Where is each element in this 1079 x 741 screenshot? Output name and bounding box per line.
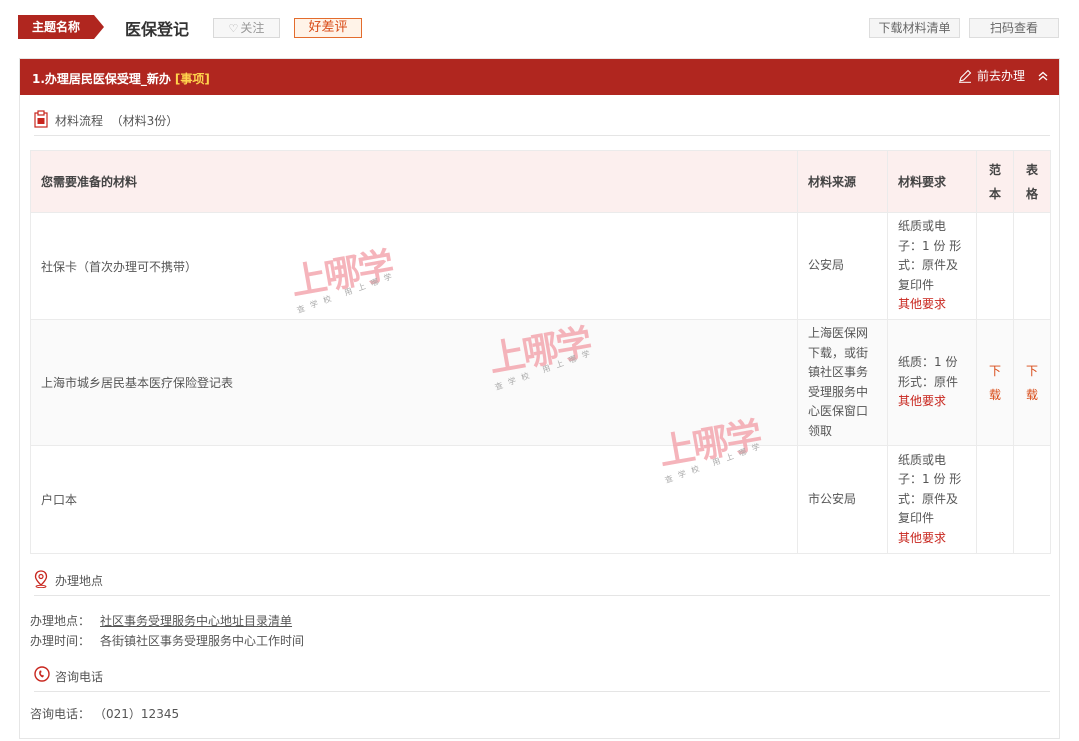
heart-icon: ♡ (228, 22, 239, 35)
service-name: 1.办理居民医保受理_新办 (32, 72, 171, 86)
table-row: 社保卡（首次办理可不携带） 公安局 纸质或电子：1 份 形式：原件及复印件其他要… (30, 212, 1051, 320)
location-section-title: 办理地点 (55, 574, 104, 588)
other-requirements-link[interactable]: 其他要求 (898, 529, 966, 549)
materials-section-header: 材料流程 （材料3份） (34, 110, 1050, 136)
form-cell (1013, 445, 1051, 554)
location-pin-icon (34, 570, 48, 588)
phone-label: 咨询电话： (30, 707, 91, 721)
form-cell (1013, 212, 1051, 320)
follow-label: 关注 (240, 21, 265, 35)
materials-section-title: 材料流程 (55, 114, 104, 128)
form-download-link[interactable]: 下载 (1013, 319, 1051, 446)
material-source: 市公安局 (797, 445, 888, 554)
phone-line: 咨询电话： （021）12345 (30, 705, 179, 722)
table-row: 户口本 市公安局 纸质或电子：1 份 形式：原件及复印件其他要求 (30, 445, 1051, 554)
column-header: 范本 (976, 150, 1014, 213)
pencil-icon (958, 69, 972, 83)
column-header: 材料要求 (887, 150, 977, 213)
material-requirement: 纸质或电子：1 份 形式：原件及复印件其他要求 (887, 212, 977, 320)
other-requirements-link[interactable]: 其他要求 (898, 295, 966, 315)
table-row: 上海市城乡居民基本医疗保险登记表 上海医保网下载，或街镇社区事务受理服务中心医保… (30, 319, 1051, 446)
contact-section-header: 咨询电话 (34, 666, 1050, 692)
other-requirements-link[interactable]: 其他要求 (898, 392, 966, 412)
panel-header: 1.办理居民医保受理_新办 [事项] 前去办理 (20, 59, 1059, 95)
material-name: 户口本 (30, 445, 798, 554)
material-requirement: 纸质：1 份 形式：原件其他要求 (887, 319, 977, 446)
hours-value: 各街镇社区事务受理服务中心工作时间 (100, 634, 305, 648)
requirement-text: 纸质或电子：1 份 形式：原件及复印件 (898, 452, 962, 526)
phone-icon (34, 666, 50, 682)
service-panel: 1.办理居民医保受理_新办 [事项] 前去办理 材料流程 （材料3份） 您需要准备… (19, 58, 1060, 739)
theme-tag: 主题名称 (18, 15, 104, 39)
sample-download-link[interactable]: 下载 (976, 319, 1014, 446)
contact-section-title: 咨询电话 (55, 670, 104, 684)
material-name: 社保卡（首次办理可不携带） (30, 212, 798, 320)
hours-line: 办理时间： 各街镇社区事务受理服务中心工作时间 (30, 632, 304, 649)
go-handle-button[interactable]: 前去办理 (958, 68, 1025, 84)
phone-value: （021）12345 (100, 707, 180, 721)
materials-count: （材料3份） (110, 114, 179, 128)
panel-title: 1.办理居民医保受理_新办 [事项] (32, 70, 210, 87)
material-requirement: 纸质或电子：1 份 形式：原件及复印件其他要求 (887, 445, 977, 554)
column-header: 您需要准备的材料 (30, 150, 798, 213)
follow-button[interactable]: ♡ 关注 (213, 18, 280, 38)
address-label: 办理地点： (30, 614, 91, 628)
download-list-button[interactable]: 下载材料清单 (869, 18, 960, 38)
address-directory-link[interactable]: 社区事务受理服务中心地址目录清单 (100, 614, 292, 628)
scan-button[interactable]: 扫码查看 (969, 18, 1059, 38)
page-title: 医保登记 (125, 20, 190, 39)
table-header-row: 您需要准备的材料 材料来源 材料要求 范本 表格 (30, 150, 1051, 213)
sample-cell (976, 212, 1014, 320)
clipboard-icon (34, 110, 48, 128)
requirement-text: 纸质：1 份 形式：原件 (898, 355, 959, 389)
go-handle-label: 前去办理 (976, 69, 1025, 83)
material-name: 上海市城乡居民基本医疗保险登记表 (30, 319, 798, 446)
column-header: 材料来源 (797, 150, 888, 213)
column-header: 表格 (1013, 150, 1051, 213)
top-bar: 主题名称 医保登记 ♡ 关注 好差评 下载材料清单 扫码查看 (0, 0, 1079, 58)
material-source: 上海医保网下载，或街镇社区事务受理服务中心医保窗口领取 (797, 319, 888, 446)
location-section-header: 办理地点 (34, 570, 1050, 596)
review-button[interactable]: 好差评 (294, 18, 362, 38)
address-line: 办理地点： 社区事务受理服务中心地址目录清单 (30, 612, 292, 629)
requirement-text: 纸质或电子：1 份 形式：原件及复印件 (898, 219, 962, 292)
chevron-up-icon[interactable] (1037, 70, 1049, 82)
sample-cell (976, 445, 1014, 554)
service-tag: [事项] (174, 72, 210, 86)
materials-table: 您需要准备的材料 材料来源 材料要求 范本 表格 社保卡（首次办理可不携带） 公… (30, 150, 1051, 554)
material-source: 公安局 (797, 212, 888, 320)
hours-label: 办理时间： (30, 634, 91, 648)
